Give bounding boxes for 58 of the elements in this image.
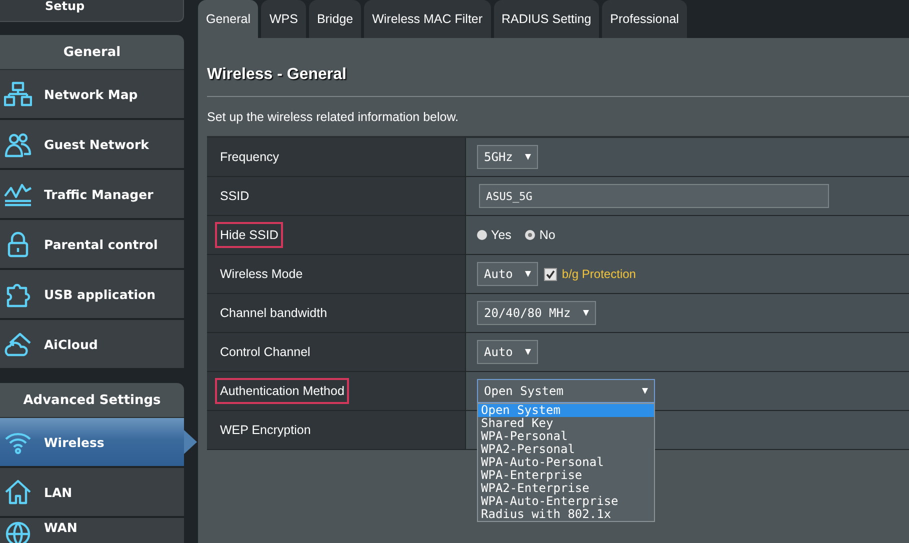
- dropdown-option[interactable]: WPA2-Personal: [478, 443, 654, 456]
- caret-icon: [524, 271, 531, 277]
- house-icon: [4, 478, 32, 506]
- radio-button[interactable]: [477, 230, 487, 240]
- checkbox-label: b/g Protection: [562, 267, 636, 281]
- page-title: Wireless - General: [207, 66, 909, 97]
- tab[interactable]: Wireless MAC Filter: [364, 0, 491, 38]
- caret-icon: [524, 154, 531, 160]
- tab[interactable]: Bridge: [308, 0, 362, 38]
- tab[interactable]: RADIUS Setting: [494, 0, 600, 38]
- setting-label: SSID: [219, 188, 250, 205]
- tab[interactable]: WPS: [261, 0, 306, 38]
- tab[interactable]: General: [198, 0, 258, 38]
- setting-label: WEP Encryption: [219, 422, 312, 439]
- radio-label: No: [539, 228, 556, 242]
- dropdown-select[interactable]: 5GHz: [477, 145, 538, 169]
- sidebar-item[interactable]: USB application: [0, 270, 184, 320]
- sidebar-item[interactable]: AiCloud: [0, 320, 184, 370]
- radio-button[interactable]: [525, 230, 536, 240]
- dropdown-option[interactable]: WPA-Auto-Personal: [478, 456, 654, 469]
- globe-icon: [4, 520, 32, 543]
- dropdown-option[interactable]: Open System: [478, 404, 654, 417]
- sidebar-item[interactable]: Traffic Manager: [0, 170, 184, 220]
- sidebar-item[interactable]: Wireless: [0, 418, 184, 468]
- section-header: Advanced Settings: [0, 383, 184, 418]
- dropdown-select[interactable]: 20/40/80 MHz: [477, 301, 596, 325]
- dropdown-option[interactable]: WPA-Enterprise: [478, 469, 654, 482]
- setting-label: Hide SSID: [215, 222, 284, 248]
- setting-label: Wireless Mode: [219, 266, 304, 283]
- dropdown-select[interactable]: Auto: [477, 262, 538, 286]
- caret-icon: [524, 349, 531, 355]
- dropdown-option[interactable]: Shared Key: [478, 417, 654, 430]
- dropdown-option[interactable]: WPA-Personal: [478, 430, 654, 443]
- setting-label: Frequency: [219, 149, 280, 166]
- network-map-icon: [4, 80, 32, 108]
- dropdown-select[interactable]: Open System: [477, 379, 655, 403]
- sidebar-item[interactable]: LAN: [0, 468, 184, 518]
- dropdown-select[interactable]: Auto: [477, 340, 538, 364]
- caret-icon: [642, 388, 648, 394]
- setting-label: Channel bandwidth: [219, 305, 328, 322]
- ssid-input-field[interactable]: ASUS_5G: [479, 184, 829, 208]
- sidebar-item[interactable]: Parental control: [0, 220, 184, 270]
- dropdown-option[interactable]: WPA-Auto-Enterprise: [478, 495, 654, 508]
- cloud-house-icon: [4, 330, 32, 358]
- description-text: Set up the wireless related information below.: [207, 97, 909, 137]
- sidebar-item[interactable]: Guest Network: [0, 120, 184, 170]
- sidebar-item[interactable]: WAN: [0, 518, 184, 543]
- sidebar-item[interactable]: Network Map: [0, 70, 184, 120]
- tab[interactable]: Professional: [602, 0, 687, 38]
- radio-label: Yes: [491, 228, 512, 242]
- sidebar-item[interactable]: Setup: [0, 0, 184, 22]
- checkbox[interactable]: [544, 268, 557, 280]
- caret-icon: [582, 310, 589, 316]
- section-header: General: [0, 35, 184, 70]
- setting-label: Authentication Method: [215, 378, 350, 404]
- dropdown-option[interactable]: WPA2-Enterprise: [478, 482, 654, 495]
- setting-label: Control Channel: [219, 344, 312, 361]
- dropdown-option[interactable]: Radius with 802.1x: [478, 508, 654, 521]
